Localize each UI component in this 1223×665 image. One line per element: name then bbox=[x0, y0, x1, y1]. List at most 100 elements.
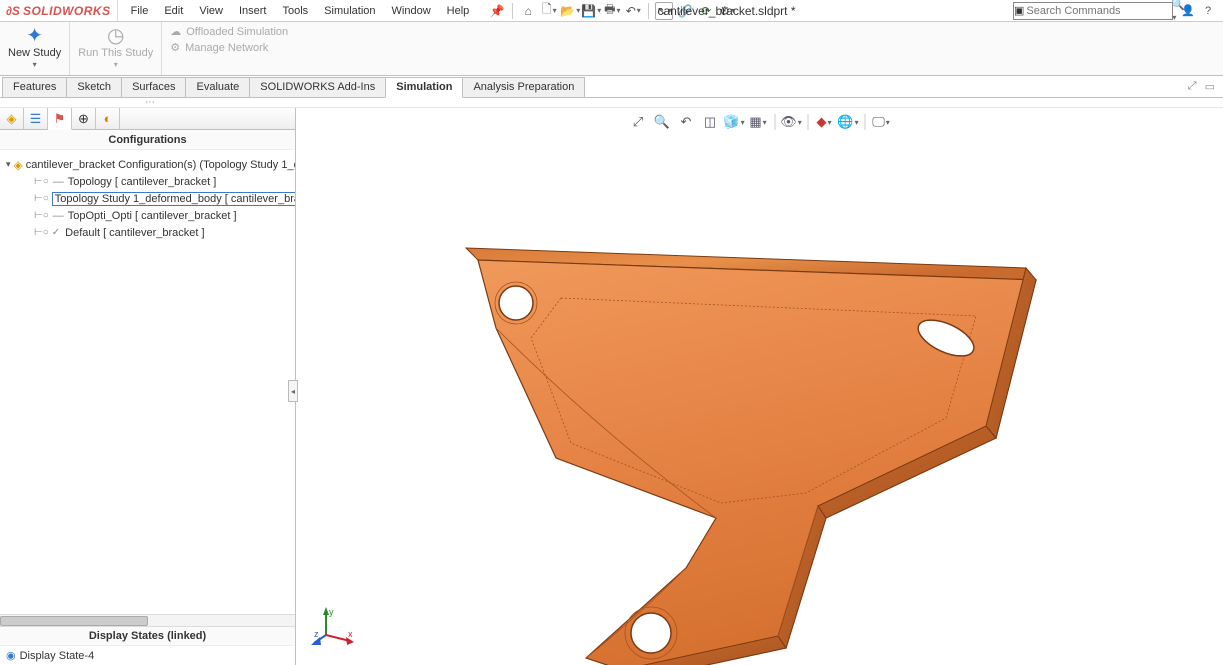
triad-z-label: z bbox=[314, 629, 319, 639]
link-icon[interactable]: 🔗 bbox=[676, 2, 694, 20]
offloaded-sim-label: Offloaded Simulation bbox=[186, 26, 288, 38]
new-document-icon[interactable]: 🗋 bbox=[540, 2, 558, 20]
print-icon[interactable]: 🖶 bbox=[603, 2, 621, 20]
previous-view-icon[interactable]: ↶ bbox=[676, 112, 696, 132]
menu-window[interactable]: Window bbox=[385, 2, 438, 20]
run-study-icon: ◷ bbox=[107, 24, 124, 46]
triad-y-label: y bbox=[329, 607, 334, 617]
tab-right-controls: ⤢ ▭ bbox=[1186, 76, 1223, 97]
collapse-icon[interactable]: ▾ bbox=[6, 159, 11, 170]
config-flag-icon: ⊢○ bbox=[34, 193, 49, 204]
view-orientation-icon[interactable]: 🧊 bbox=[724, 112, 744, 132]
view-triad[interactable]: y x z bbox=[314, 607, 354, 647]
logo-name: SOLIDWORKS bbox=[23, 4, 111, 18]
panel-tab-dimxpert[interactable]: ⊕ bbox=[72, 108, 96, 129]
ribbon-new-study[interactable]: ✦ New Study ▾ bbox=[0, 22, 70, 75]
panel-tabs: ◈ ☰ ⚑ ⊕ ◐ bbox=[0, 108, 295, 130]
tree-root[interactable]: ▾ ◈ cantilever_bracket Configuration(s) … bbox=[2, 156, 293, 173]
network-icon: ⚙ bbox=[170, 41, 180, 54]
menu-edit[interactable]: Edit bbox=[157, 2, 190, 20]
search-input[interactable] bbox=[1024, 5, 1168, 17]
tab-surfaces[interactable]: Surfaces bbox=[121, 77, 186, 97]
menu-simulation[interactable]: Simulation bbox=[317, 2, 382, 20]
user-icon[interactable]: 👤 bbox=[1181, 4, 1195, 18]
menu-tools[interactable]: Tools bbox=[275, 2, 315, 20]
select-icon[interactable]: ↖ bbox=[655, 2, 673, 20]
panel-header: Configurations bbox=[0, 130, 295, 150]
expand-icon[interactable]: ⤢ bbox=[1186, 80, 1199, 93]
tree-item-topology-study-1[interactable]: ⊢○ Topology Study 1_deformed_body [ cant… bbox=[2, 190, 293, 207]
panel-tab-configurations[interactable]: ⚑ bbox=[48, 108, 72, 130]
manage-network-label: Manage Network bbox=[185, 42, 268, 54]
new-study-label: New Study bbox=[8, 47, 61, 59]
main-menus: File Edit View Insert Tools Simulation W… bbox=[124, 2, 477, 20]
ribbon-network-group: ☁Offloaded Simulation ⚙ Manage Network bbox=[162, 22, 296, 75]
display-states-header: Display States (linked) bbox=[0, 626, 295, 646]
app-logo: ∂S SOLIDWORKS bbox=[0, 0, 118, 21]
tab-analysis-prep[interactable]: Analysis Preparation bbox=[462, 77, 585, 97]
search-commands[interactable]: ▣ 🔍 bbox=[1013, 2, 1173, 20]
graphics-viewport[interactable]: ⤢ 🔍 ↶ ◫ 🧊 ▦ 👁 ◆ 🌐 🖵 bbox=[296, 108, 1223, 665]
panel-tab-feature[interactable]: ◈ bbox=[0, 108, 24, 129]
separator bbox=[807, 114, 808, 130]
separator bbox=[512, 3, 513, 19]
zoom-fit-icon[interactable]: ⤢ bbox=[628, 112, 648, 132]
tab-addins[interactable]: SOLIDWORKS Add-Ins bbox=[249, 77, 386, 97]
zoom-area-icon[interactable]: 🔍 bbox=[652, 112, 672, 132]
tree-item-topology[interactable]: ⊢○ — Topology [ cantilever_bracket ] bbox=[2, 173, 293, 190]
display-states-body[interactable]: ◉ Display State-4 bbox=[0, 646, 295, 665]
dropdown-icon: ▾ bbox=[114, 60, 118, 69]
panel-tab-property[interactable]: ☰ bbox=[24, 108, 48, 129]
configuration-tree: ▾ ◈ cantilever_bracket Configuration(s) … bbox=[0, 150, 295, 614]
help-icon[interactable]: ? bbox=[1201, 4, 1215, 18]
tab-sketch[interactable]: Sketch bbox=[66, 77, 122, 97]
scroll-thumb[interactable] bbox=[0, 616, 148, 626]
tab-simulation[interactable]: Simulation bbox=[385, 77, 463, 98]
separator bbox=[864, 114, 865, 130]
panel-tab-display[interactable]: ◐ bbox=[96, 108, 120, 129]
titlebar-right-icons: 👤 ? bbox=[1173, 4, 1223, 18]
tree-hscroll[interactable] bbox=[0, 614, 295, 626]
feature-manager-panel: ◈ ☰ ⚑ ⊕ ◐ Configurations ▾ ◈ cantilever_… bbox=[0, 108, 296, 665]
minimize-icon[interactable]: ▭ bbox=[1203, 80, 1217, 93]
options-icon[interactable]: ⚙ bbox=[718, 2, 736, 20]
display-state-icon: ◉ bbox=[6, 649, 16, 662]
menu-file[interactable]: File bbox=[124, 2, 156, 20]
menu-insert[interactable]: Insert bbox=[232, 2, 274, 20]
menu-view[interactable]: View bbox=[192, 2, 230, 20]
save-icon[interactable]: 💾 bbox=[582, 2, 600, 20]
ruler-row: ⋯ bbox=[0, 98, 1223, 108]
offloaded-sim: ☁Offloaded Simulation bbox=[170, 25, 288, 38]
display-style-icon[interactable]: ▦ bbox=[748, 112, 768, 132]
tree-item-default[interactable]: ⊢○ ✓ Default [ cantilever_bracket ] bbox=[2, 224, 293, 241]
section-view-icon[interactable]: ◫ bbox=[700, 112, 720, 132]
dash-icon: — bbox=[53, 210, 64, 222]
edit-appearance-icon[interactable]: ◆ bbox=[814, 112, 834, 132]
panel-collapse-handle[interactable]: ◂ bbox=[288, 380, 298, 402]
search-prefix-icon: ▣ bbox=[1014, 4, 1024, 17]
menu-help[interactable]: Help bbox=[440, 2, 477, 20]
hide-show-icon[interactable]: 👁 bbox=[781, 112, 801, 132]
run-study-label: Run This Study bbox=[78, 47, 153, 59]
rebuild-icon[interactable]: ⟳ bbox=[697, 2, 715, 20]
pushpin-icon[interactable]: 📌 bbox=[488, 2, 506, 20]
logo-ds-icon: ∂S bbox=[6, 4, 20, 18]
undo-icon[interactable]: ↶ bbox=[624, 2, 642, 20]
main-area: ◈ ☰ ⚑ ⊕ ◐ Configurations ▾ ◈ cantilever_… bbox=[0, 108, 1223, 665]
apply-scene-icon[interactable]: 🌐 bbox=[838, 112, 858, 132]
tab-evaluate[interactable]: Evaluate bbox=[185, 77, 250, 97]
dash-icon: — bbox=[53, 176, 64, 188]
open-icon[interactable]: 📂 bbox=[561, 2, 579, 20]
menu-toolbar-icons: 📌 ⌂ 🗋 📂 💾 🖶 ↶ ↖ 🔗 ⟳ ⚙ bbox=[488, 2, 736, 20]
tab-features[interactable]: Features bbox=[2, 77, 67, 97]
separator bbox=[648, 3, 649, 19]
tree-item-label: Topology Study 1_deformed_body [ cantile… bbox=[52, 192, 295, 206]
triad-x-label: x bbox=[348, 629, 353, 639]
ribbon-run-study: ◷ Run This Study ▾ bbox=[70, 22, 162, 75]
view-settings-icon[interactable]: 🖵 bbox=[871, 112, 891, 132]
ribbon: ✦ New Study ▾ ◷ Run This Study ▾ ☁Offloa… bbox=[0, 22, 1223, 76]
tree-item-topopti[interactable]: ⊢○ — TopOpti_Opti [ cantilever_bracket ] bbox=[2, 207, 293, 224]
model-3d-view bbox=[436, 218, 1066, 665]
home-icon[interactable]: ⌂ bbox=[519, 2, 537, 20]
new-study-icon: ✦ bbox=[26, 24, 43, 46]
